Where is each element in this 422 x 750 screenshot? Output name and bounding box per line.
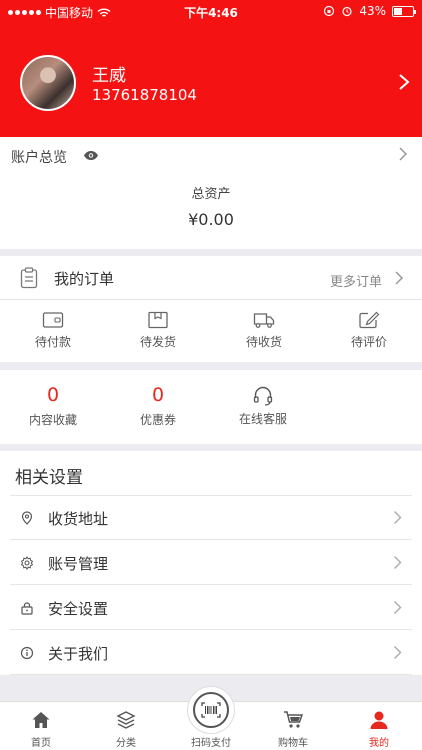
chevron-right-icon [394,646,402,659]
avatar[interactable] [20,55,76,111]
layers-icon [116,711,136,729]
settings-item-address[interactable]: 收货地址 [10,496,412,540]
tab-label: 首页 [31,738,51,749]
settings-item-account[interactable]: 账号管理 [10,541,412,585]
settings-item-label: 收货地址 [48,510,109,528]
wallet-icon [42,312,64,328]
chevron-right-icon[interactable] [394,270,404,286]
order-pending-shipment[interactable]: 待发货 [118,311,198,350]
coupons-stat[interactable]: 0 优惠券 [113,384,203,428]
settings-title: 相关设置 [15,468,83,488]
tab-label: 我的 [369,738,389,749]
order-item-label: 待评价 [350,335,387,349]
chevron-right-icon [394,601,402,614]
overview-title: 账户总览 [11,150,67,166]
headset-icon [253,386,273,406]
order-pending-payment[interactable]: 待付款 [13,311,93,350]
gear-icon [20,556,34,570]
online-service[interactable]: 在线客服 [218,384,308,427]
profile-header[interactable]: 中国移动 下午4:46 43% 王威 13761878104 [0,0,422,137]
stats-section: 0 内容收藏 0 优惠券 在线客服 [0,370,422,444]
settings-item-about[interactable]: 关于我们 [10,631,412,675]
order-pending-review[interactable]: 待评价 [329,311,409,350]
tab-mine[interactable]: 我的 [344,710,414,749]
scan-pay-label: 扫码支付 [191,738,231,749]
settings-item-label: 关于我们 [48,645,109,663]
clipboard-icon [20,267,38,289]
truck-icon [253,313,275,328]
account-overview[interactable]: 账户总览 总资产 ¥0.00 [0,137,422,249]
box-icon [148,311,168,329]
tab-home[interactable]: 首页 [6,710,76,749]
edit-icon [359,311,380,329]
coupons-count: 0 [151,384,165,406]
chevron-right-icon[interactable] [398,146,408,162]
settings-item-security[interactable]: 安全设置 [10,586,412,630]
my-orders-title: 我的订单 [54,270,115,288]
tab-label: 购物车 [278,738,308,749]
order-item-label: 待收货 [245,335,282,349]
location-icon [21,511,33,525]
chevron-right-icon[interactable] [396,72,412,92]
coupons-label: 优惠券 [139,413,176,427]
eye-icon[interactable] [83,150,99,161]
more-orders-link[interactable]: 更多订单 [330,271,382,290]
order-item-label: 待发货 [139,335,176,349]
user-phone: 13761878104 [92,86,197,104]
total-assets-label: 总资产 [191,187,231,202]
favorites-stat[interactable]: 0 内容收藏 [8,384,98,428]
my-orders-header[interactable]: 我的订单 更多订单 [0,256,422,300]
tab-label: 分类 [116,738,136,749]
info-icon [20,646,34,660]
status-bar: 中国移动 下午4:46 43% [0,0,422,22]
battery-icon [392,5,416,17]
chevron-right-icon [394,556,402,569]
scan-pay-button[interactable] [187,686,235,734]
settings-section: 相关设置 收货地址 账号管理 安全设置 关于我们 [0,451,422,675]
tab-cart[interactable]: 购物车 [258,710,328,749]
my-orders-section: 我的订单 更多订单 待付款 待发货 待收货 待评价 [0,256,422,362]
rotation-lock-icon [324,5,335,17]
tab-category[interactable]: 分类 [91,710,161,749]
order-item-label: 待付款 [34,335,71,349]
favorites-label: 内容收藏 [28,413,77,427]
total-assets-value: ¥0.00 [188,210,234,229]
barcode-icon [201,702,221,718]
order-pending-receipt[interactable]: 待收货 [224,311,304,350]
lock-icon [21,602,33,615]
online-service-label: 在线客服 [238,412,287,426]
favorites-count: 0 [46,384,60,406]
user-name: 王威 [92,66,126,86]
home-icon [32,712,50,728]
battery-percent: 43% [359,4,386,18]
cart-icon [284,711,303,728]
person-icon [370,711,388,729]
alarm-icon [342,6,352,17]
battery-fill [394,7,402,15]
settings-item-label: 账号管理 [48,555,109,573]
chevron-right-icon [394,511,402,524]
settings-item-label: 安全设置 [48,600,109,618]
